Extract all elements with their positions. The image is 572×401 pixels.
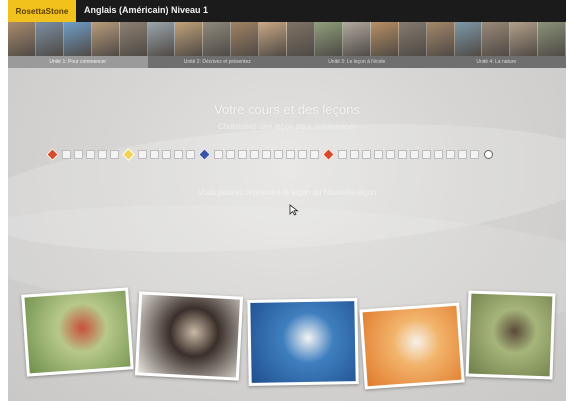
lesson-square[interactable] [298,149,307,159]
lesson-square[interactable] [226,149,235,159]
lesson-square[interactable] [62,149,71,159]
rosetta-stone-logo: RosettaStone [8,0,76,22]
photo-card[interactable] [359,302,465,390]
page-heading: Votre cours et des leçons [214,102,360,117]
friends-smiling-photo [362,305,462,387]
market-photo [231,22,260,56]
crowd-photo [287,22,315,56]
lesson-square[interactable] [162,149,171,159]
lesson-square[interactable] [150,149,159,159]
photo-card[interactable] [465,290,556,380]
photo-card[interactable] [21,287,134,377]
lesson-square[interactable] [250,149,259,159]
mouse-cursor-icon [289,204,299,216]
fabric-photo [510,22,539,56]
lesson-marker-red-icon[interactable] [46,147,59,161]
lesson-square[interactable] [386,149,395,159]
lesson-square[interactable] [74,149,83,159]
lesson-square[interactable] [350,149,359,159]
photo-card[interactable] [247,298,359,386]
clock-photo [342,22,371,56]
lesson-marker-yellow-icon[interactable] [122,147,135,161]
lesson-progress-track [46,147,493,161]
people-photo [91,22,120,56]
fish-underwater-photo [250,301,356,383]
lesson-marker-red-icon[interactable] [322,147,335,161]
lesson-square[interactable] [186,149,195,159]
lesson-square[interactable] [398,149,407,159]
city-photo [119,22,148,56]
lesson-square[interactable] [362,149,371,159]
course-title: Anglais (Américain) Niveau 1 [84,5,209,15]
resume-prompt[interactable]: Vous pouvez reprendre la leçon ou Nouvel… [8,188,566,197]
unit-tabs: Unité 1: Pour commencer Unité 2: Décrivez… [8,56,566,68]
lesson-square[interactable] [274,149,283,159]
sky-photo [63,22,92,56]
building-photo [398,22,427,56]
portrait-photo [175,22,204,56]
page-subheading: Choisissez une leçon pour commencer [218,122,356,131]
lesson-square[interactable] [410,149,419,159]
food-photo [370,22,399,56]
lesson-square[interactable] [374,149,383,159]
family-reading-photo [138,294,240,378]
unit-tab-4[interactable]: Unité 4: La nature [427,56,567,68]
landscape-photo [538,22,566,56]
lesson-square[interactable] [422,149,431,159]
app-window: RosettaStone Anglais (Américain) Niveau … [0,0,572,401]
lesson-square[interactable] [174,149,183,159]
pattern-photo [482,22,511,56]
lesson-square[interactable] [214,149,223,159]
lesson-square[interactable] [110,149,119,159]
lesson-square[interactable] [86,149,95,159]
unit-tab-1[interactable]: Unité 1: Pour commencer [8,56,148,68]
track-end-icon[interactable] [484,149,493,159]
family-photo [35,22,64,56]
lesson-square[interactable] [98,149,107,159]
people-cooking-photo [468,293,553,377]
title-bar: RosettaStone Anglais (Américain) Niveau … [8,0,566,22]
lesson-square[interactable] [458,149,467,159]
lesson-square[interactable] [138,149,147,159]
water-photo [454,22,483,56]
group-photo [8,22,36,56]
unit-tab-3[interactable]: Unité 3: Le leçon à l'école [287,56,427,68]
lesson-square[interactable] [434,149,443,159]
course-image-strip [8,22,566,56]
woman-outdoors-photo [24,290,131,374]
course-main-panel: Votre cours et des leçons Choisissez une… [8,68,566,401]
child-photo [259,22,288,56]
friends-photo [426,22,455,56]
garden-photo [314,22,343,56]
lesson-square[interactable] [338,149,347,159]
photo-card[interactable] [134,291,244,381]
street-photo [203,22,232,56]
lesson-square[interactable] [446,149,455,159]
lesson-square[interactable] [262,149,271,159]
lesson-marker-blue-icon[interactable] [198,147,211,161]
unit-tab-2[interactable]: Unité 2: Décrivez et présentez [148,56,288,68]
lesson-square[interactable] [238,149,247,159]
lesson-square[interactable] [470,149,479,159]
lesson-square[interactable] [310,149,319,159]
lesson-square[interactable] [286,149,295,159]
boat-photo [147,22,176,56]
rosetta-stone-window: RosettaStone Anglais (Américain) Niveau … [8,0,566,401]
